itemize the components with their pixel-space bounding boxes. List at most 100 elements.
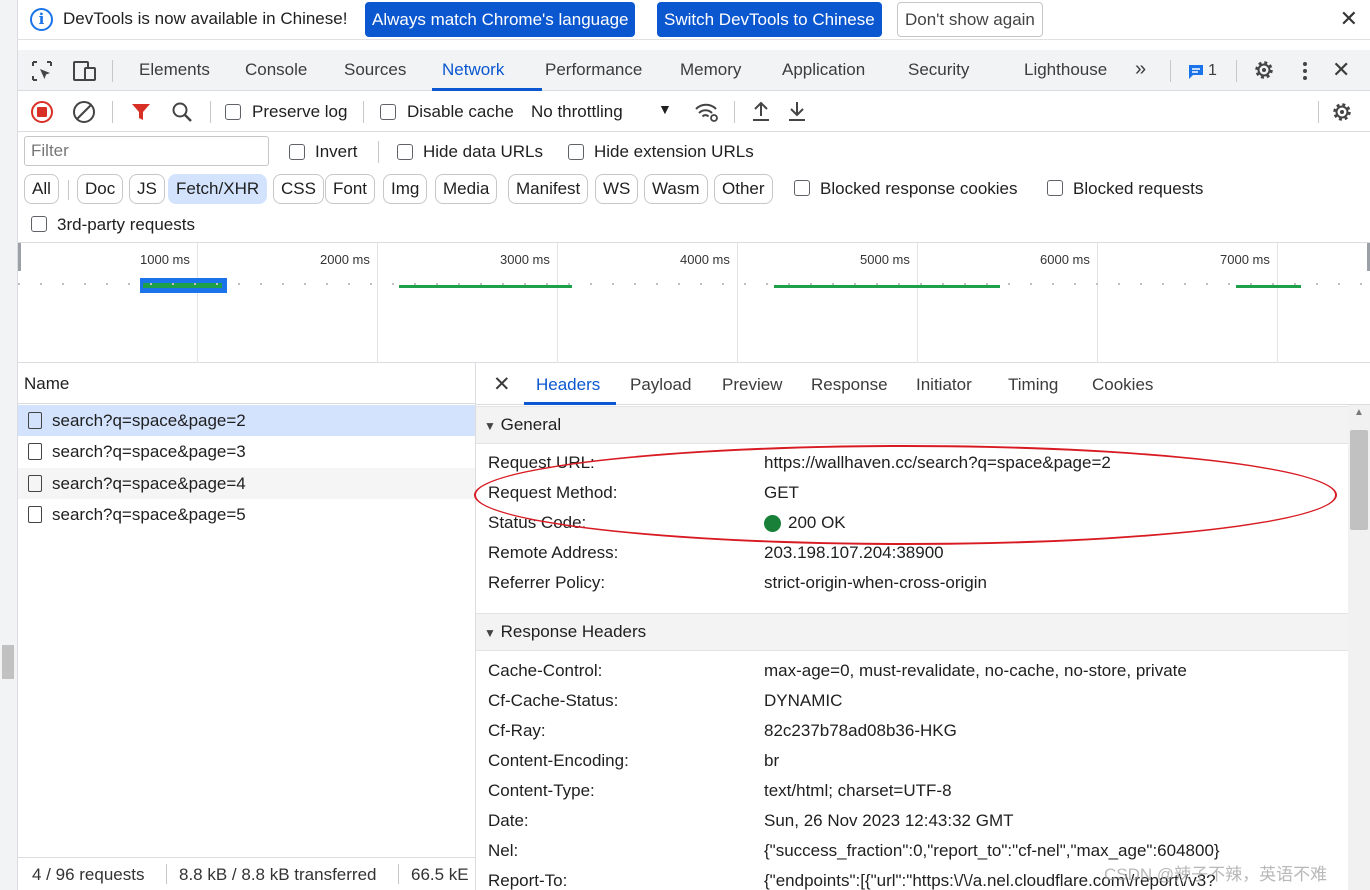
tab-performance[interactable]: Performance bbox=[545, 60, 642, 80]
selected-request-bar[interactable] bbox=[140, 278, 227, 293]
infobar-close-icon[interactable]: ✕ bbox=[1340, 6, 1358, 32]
filter-funnel-icon[interactable] bbox=[130, 101, 152, 123]
tab-elements[interactable]: Elements bbox=[139, 60, 210, 80]
tab-application[interactable]: Application bbox=[782, 60, 865, 80]
request-name: search?q=space&page=4 bbox=[52, 474, 246, 493]
close-detail-icon[interactable]: ✕ bbox=[493, 372, 511, 397]
header-value: https://wallhaven.cc/search?q=space&page… bbox=[764, 453, 1111, 472]
tab-console[interactable]: Console bbox=[245, 60, 307, 80]
watermark: CSDN @辣子不辣，英语不难 bbox=[1104, 865, 1328, 884]
collapse-triangle-icon: ▼ bbox=[484, 419, 496, 433]
more-tabs-icon[interactable]: » bbox=[1135, 58, 1146, 81]
clear-log-icon[interactable] bbox=[72, 100, 96, 124]
request-row[interactable]: search?q=space&page=4 bbox=[18, 468, 475, 499]
preserve-log-checkbox[interactable] bbox=[225, 104, 241, 120]
network-overview-timeline[interactable]: 1000 ms 2000 ms 3000 ms 4000 ms 5000 ms … bbox=[18, 242, 1370, 363]
disable-cache-label: Disable cache bbox=[407, 102, 514, 121]
tab-security[interactable]: Security bbox=[908, 60, 969, 80]
inspect-element-icon[interactable] bbox=[30, 59, 54, 83]
type-filter-manifest[interactable]: Manifest bbox=[508, 174, 589, 204]
page-scrollbar-thumb[interactable] bbox=[2, 645, 14, 679]
dont-show-again-button[interactable]: Don't show again bbox=[897, 2, 1043, 37]
detail-tab-response[interactable]: Response bbox=[811, 375, 888, 395]
issues-count[interactable]: 1 bbox=[1208, 62, 1217, 80]
match-language-button[interactable]: Always match Chrome's language bbox=[365, 2, 636, 37]
request-row[interactable]: search?q=space&page=3 bbox=[18, 436, 475, 467]
type-filter-all[interactable]: All bbox=[24, 174, 59, 204]
tab-sources[interactable]: Sources bbox=[344, 60, 406, 80]
general-section-header[interactable]: ▼ General bbox=[476, 406, 1348, 444]
import-har-icon[interactable] bbox=[750, 99, 772, 123]
detail-tab-payload[interactable]: Payload bbox=[630, 375, 691, 395]
request-row[interactable]: search?q=space&page=2 bbox=[18, 405, 475, 436]
type-filter-doc[interactable]: Doc bbox=[77, 174, 124, 204]
active-tab-indicator bbox=[432, 88, 542, 91]
detail-tab-preview[interactable]: Preview bbox=[722, 375, 782, 395]
request-name: search?q=space&page=5 bbox=[52, 505, 246, 524]
more-options-icon[interactable] bbox=[1297, 59, 1313, 83]
blocked-requests-checkbox[interactable] bbox=[1047, 180, 1063, 196]
header-value: strict-origin-when-cross-origin bbox=[764, 573, 987, 592]
response-headers-section-header[interactable]: ▼ Response Headers bbox=[476, 613, 1348, 651]
detail-tab-cookies[interactable]: Cookies bbox=[1092, 375, 1153, 395]
detail-scrollbar-thumb[interactable] bbox=[1350, 430, 1368, 530]
invert-checkbox[interactable] bbox=[289, 144, 305, 160]
type-filter-wasm[interactable]: Wasm bbox=[644, 174, 708, 204]
network-status-bar: 4 / 96 requests 8.8 kB / 8.8 kB transfer… bbox=[18, 857, 475, 890]
type-filter-js[interactable]: JS bbox=[129, 174, 165, 204]
resources-size: 66.5 kE bbox=[411, 865, 469, 884]
invert-label: Invert bbox=[315, 142, 358, 161]
type-filter-fetch-xhr[interactable]: Fetch/XHR bbox=[168, 174, 268, 204]
request-count: 4 / 96 requests bbox=[32, 865, 145, 884]
type-filter-media[interactable]: Media bbox=[435, 174, 498, 204]
detail-tab-initiator[interactable]: Initiator bbox=[916, 375, 972, 395]
throttling-dropdown-icon[interactable]: ▼ bbox=[658, 101, 672, 117]
preserve-log-label: Preserve log bbox=[252, 102, 348, 121]
scroll-up-icon[interactable]: ▲ bbox=[1354, 407, 1364, 418]
transferred-size: 8.8 kB / 8.8 kB transferred bbox=[179, 865, 377, 884]
tab-network[interactable]: Network bbox=[442, 60, 504, 80]
filter-input[interactable]: Filter bbox=[24, 136, 269, 166]
hide-extension-urls-checkbox[interactable] bbox=[568, 144, 584, 160]
request-timing-bar bbox=[1236, 285, 1301, 288]
device-toolbar-icon[interactable] bbox=[72, 59, 98, 83]
record-stop-icon[interactable] bbox=[30, 100, 54, 124]
close-devtools-icon[interactable]: ✕ bbox=[1332, 57, 1350, 83]
settings-gear-icon[interactable] bbox=[1252, 58, 1276, 82]
type-filter-other[interactable]: Other bbox=[714, 174, 773, 204]
header-key: Referrer Policy: bbox=[488, 573, 606, 592]
detail-scrollbar[interactable]: ▲ bbox=[1348, 405, 1370, 890]
third-party-checkbox[interactable] bbox=[31, 216, 47, 232]
overview-tick: 7000 ms bbox=[1220, 252, 1270, 267]
overview-left-handle[interactable] bbox=[18, 243, 21, 271]
tab-lighthouse[interactable]: Lighthouse bbox=[1024, 60, 1107, 80]
type-filter-css[interactable]: CSS bbox=[273, 174, 324, 204]
hide-data-urls-checkbox[interactable] bbox=[397, 144, 413, 160]
header-key: Content-Type: bbox=[488, 781, 595, 800]
header-key: Date: bbox=[488, 811, 529, 830]
disable-cache-checkbox[interactable] bbox=[380, 104, 396, 120]
name-column-header[interactable]: Name bbox=[18, 363, 475, 404]
network-settings-gear-icon[interactable] bbox=[1330, 100, 1354, 124]
request-row[interactable]: search?q=space&page=5 bbox=[18, 499, 475, 530]
language-infobar: i DevTools is now available in Chinese! … bbox=[18, 0, 1370, 40]
overview-tick: 2000 ms bbox=[320, 252, 370, 267]
throttling-select[interactable]: No throttling bbox=[531, 102, 623, 122]
network-toolbar: Preserve log Disable cache No throttling… bbox=[18, 92, 1370, 132]
detail-tab-timing[interactable]: Timing bbox=[1008, 375, 1058, 395]
type-filter-ws[interactable]: WS bbox=[595, 174, 639, 204]
tab-memory[interactable]: Memory bbox=[680, 60, 741, 80]
header-key: Request URL: bbox=[488, 453, 595, 472]
detail-tab-headers[interactable]: Headers bbox=[536, 375, 600, 395]
overview-tick: 3000 ms bbox=[500, 252, 550, 267]
switch-to-chinese-button[interactable]: Switch DevTools to Chinese bbox=[657, 2, 882, 37]
issues-icon[interactable] bbox=[1187, 63, 1205, 81]
header-key: Cache-Control: bbox=[488, 661, 603, 680]
type-filter-img[interactable]: Img bbox=[383, 174, 428, 204]
type-filter-font[interactable]: Font bbox=[325, 174, 376, 204]
search-icon[interactable] bbox=[170, 100, 194, 124]
network-conditions-icon[interactable] bbox=[694, 100, 720, 124]
export-har-icon[interactable] bbox=[786, 99, 808, 123]
blocked-response-cookies-checkbox[interactable] bbox=[794, 180, 810, 196]
header-key: Cf-Ray: bbox=[488, 721, 546, 740]
